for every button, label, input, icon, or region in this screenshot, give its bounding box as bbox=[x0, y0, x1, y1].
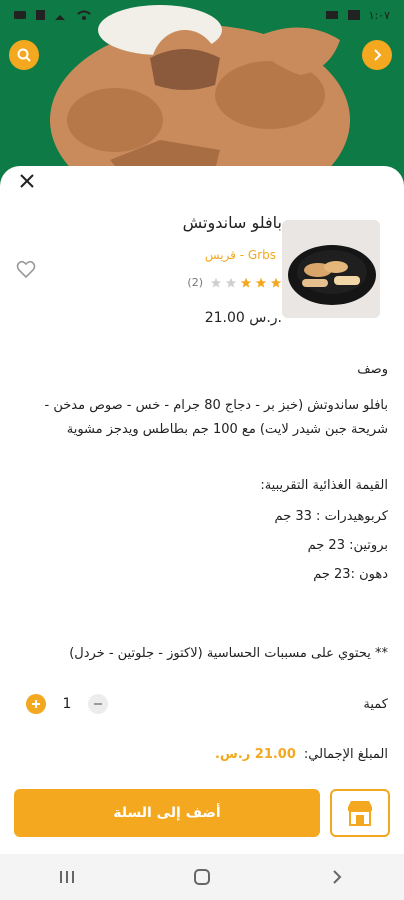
recent-apps-icon bbox=[60, 871, 75, 883]
image-icon bbox=[347, 10, 360, 20]
nutrition-fat: دهون :23 جم bbox=[313, 567, 388, 582]
wifi-icon bbox=[77, 10, 91, 20]
chevron-right-icon bbox=[332, 870, 342, 884]
plus-icon bbox=[32, 700, 40, 708]
back-button[interactable] bbox=[317, 862, 357, 892]
allergen-note: ** يحتوي على مسببات الحساسية (لاكتوز - ج… bbox=[69, 646, 388, 661]
total-amount: 21.00 ر.س. bbox=[214, 747, 296, 762]
star-empty-icon bbox=[225, 277, 237, 288]
next-button[interactable] bbox=[362, 40, 392, 70]
quantity-value: 1 bbox=[62, 696, 72, 712]
status-time: ١:٠٧ bbox=[368, 8, 390, 22]
favorite-heart-icon[interactable] bbox=[16, 260, 36, 280]
nutrition-carbs: كربوهيدرات : 33 جم bbox=[274, 509, 388, 524]
quantity-label: كمية bbox=[363, 697, 388, 712]
close-icon bbox=[20, 174, 34, 188]
search-button[interactable] bbox=[9, 40, 39, 70]
recent-apps-button[interactable] bbox=[47, 862, 87, 892]
rating: (2) bbox=[187, 276, 282, 289]
total-row: المبلغ الإجمالي: 21.00 ر.س. bbox=[215, 747, 388, 762]
store-button[interactable] bbox=[330, 789, 390, 837]
add-to-cart-button[interactable]: أضف إلى السلة bbox=[14, 789, 320, 837]
signal-icon bbox=[55, 15, 65, 20]
search-icon bbox=[17, 48, 31, 62]
rating-count: (2) bbox=[187, 276, 203, 289]
home-button[interactable] bbox=[182, 862, 222, 892]
close-button[interactable] bbox=[16, 170, 38, 192]
notification-icon bbox=[14, 11, 26, 19]
star-empty-icon bbox=[210, 277, 222, 288]
home-icon bbox=[193, 869, 210, 885]
description-title: وصف bbox=[357, 362, 388, 377]
product-price: 21.00 ر.س. bbox=[204, 310, 282, 326]
star-filled-icon bbox=[240, 277, 252, 288]
product-category: Grbs - قريس bbox=[204, 248, 276, 262]
minus-icon bbox=[94, 703, 102, 705]
product-image bbox=[282, 220, 380, 318]
system-nav-bar bbox=[0, 854, 404, 900]
product-title: بافلو ساندوتش bbox=[182, 213, 282, 232]
increase-quantity-button[interactable] bbox=[26, 694, 46, 714]
decrease-quantity-button[interactable] bbox=[88, 694, 108, 714]
battery-icon bbox=[325, 11, 338, 19]
description-text: بافلو ساندوتش (خبز بر - دجاج 80 جرام - خ… bbox=[44, 398, 388, 437]
status-bar: ١:٠٧ bbox=[0, 0, 404, 30]
quantity-stepper: 1 bbox=[26, 694, 108, 714]
star-filled-icon bbox=[255, 277, 267, 288]
store-icon bbox=[348, 801, 372, 826]
total-label: المبلغ الإجمالي: bbox=[303, 747, 388, 762]
chevron-right-icon bbox=[374, 49, 382, 61]
sim-icon bbox=[36, 10, 45, 20]
nutrition-title: القيمة الغذائية التقريبية: bbox=[260, 478, 388, 493]
nutrition-protein: بروتين: 23 جم bbox=[307, 538, 388, 553]
food-image bbox=[282, 220, 380, 318]
star-filled-icon bbox=[270, 277, 282, 288]
